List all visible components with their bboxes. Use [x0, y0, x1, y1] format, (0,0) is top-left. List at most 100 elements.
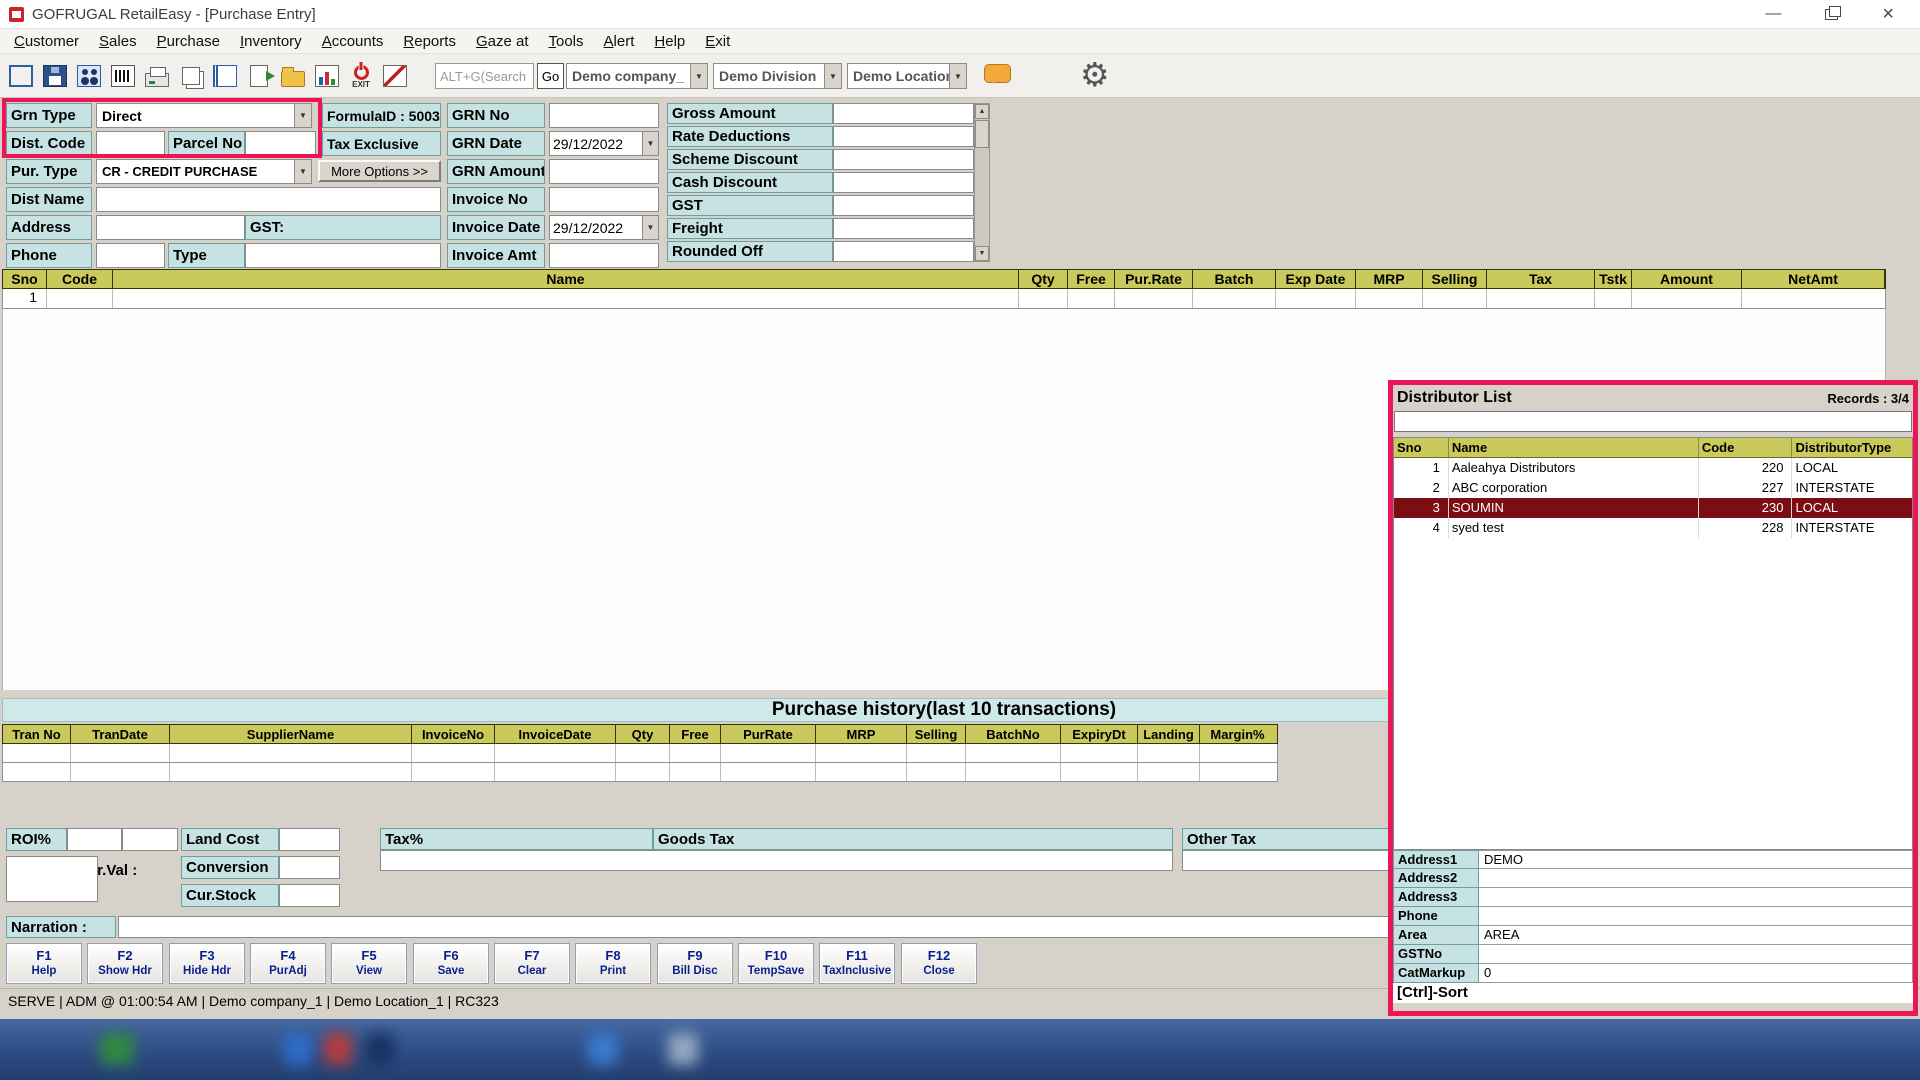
speech-bubble-icon[interactable]: [984, 64, 1011, 83]
taskbar-icon[interactable]: [588, 1033, 618, 1065]
fkey-f12[interactable]: F12Close: [901, 943, 977, 984]
dist-code-input[interactable]: [96, 131, 165, 156]
item-cell[interactable]: [1019, 289, 1068, 308]
save-icon[interactable]: [40, 57, 70, 95]
pur-val-box[interactable]: [6, 856, 98, 902]
phone-input[interactable]: [96, 243, 165, 268]
dist-cell-type[interactable]: INTERSTATE: [1792, 478, 1912, 498]
global-search-input[interactable]: [435, 63, 534, 89]
distributor-search-input[interactable]: [1394, 411, 1912, 432]
land-cost-input[interactable]: [279, 828, 340, 851]
item-cell[interactable]: [113, 289, 1019, 308]
item-cell[interactable]: [1193, 289, 1276, 308]
item-cell[interactable]: [1115, 289, 1193, 308]
item-cell[interactable]: [1595, 289, 1632, 308]
item-cell[interactable]: [1356, 289, 1423, 308]
taskbar-icon[interactable]: [100, 1033, 134, 1065]
fkey-f3[interactable]: F3Hide Hdr: [169, 943, 245, 984]
division-select[interactable]: Demo Division: [713, 63, 842, 89]
roi-input-1[interactable]: [67, 828, 122, 851]
scroll-up-icon[interactable]: ▲: [975, 104, 989, 119]
item-row-sno[interactable]: 1: [3, 289, 47, 308]
scroll-thumb[interactable]: [975, 120, 989, 148]
invoice-no-input[interactable]: [549, 187, 659, 212]
more-options-button[interactable]: More Options >>: [318, 160, 441, 182]
menu-accounts[interactable]: Accounts: [312, 31, 394, 52]
address-input[interactable]: [96, 215, 245, 240]
item-cell[interactable]: [1742, 289, 1885, 308]
taskbar-icon[interactable]: [668, 1033, 698, 1065]
dist-cell-type[interactable]: LOCAL: [1792, 498, 1912, 518]
invoice-amt-input[interactable]: [549, 243, 659, 268]
menu-gaze-at[interactable]: Gaze at: [466, 31, 539, 52]
freight-value[interactable]: [833, 218, 974, 239]
chart-icon[interactable]: [312, 57, 342, 95]
fkey-f7[interactable]: F7Clear: [494, 943, 570, 984]
amounts-scrollbar[interactable]: ▲ ▼: [974, 103, 990, 262]
menu-inventory[interactable]: Inventory: [230, 31, 312, 52]
conversion-input[interactable]: [279, 856, 340, 879]
fkey-f2[interactable]: F2Show Hdr: [87, 943, 163, 984]
dist-cell-sno[interactable]: 3: [1394, 498, 1449, 518]
cur-stock-input[interactable]: [279, 884, 340, 907]
taskbar-icon[interactable]: [366, 1033, 394, 1065]
maximize-icon[interactable]: [1825, 9, 1838, 20]
menu-tools[interactable]: Tools: [539, 31, 594, 52]
fkey-f5[interactable]: F5View: [331, 943, 407, 984]
menu-alert[interactable]: Alert: [594, 31, 645, 52]
menu-help[interactable]: Help: [644, 31, 695, 52]
dist-cell-sno[interactable]: 2: [1394, 478, 1449, 498]
taskbar-icon[interactable]: [284, 1033, 312, 1065]
taskbar-icon[interactable]: [324, 1033, 352, 1065]
folder-icon[interactable]: [278, 57, 308, 95]
rounded-off-value[interactable]: [833, 241, 974, 262]
roi-input-2[interactable]: [122, 828, 178, 851]
dist-cell-name[interactable]: ABC corporation: [1449, 478, 1699, 498]
item-cell[interactable]: [47, 289, 113, 308]
item-cell[interactable]: [1423, 289, 1487, 308]
chevron-down-icon[interactable]: [294, 160, 311, 183]
go-button[interactable]: Go: [537, 63, 564, 89]
distributor-row[interactable]: 1 Aaleahya Distributors 220 LOCAL: [1394, 458, 1912, 478]
exit-icon[interactable]: EXIT: [346, 57, 376, 95]
users-icon[interactable]: [74, 57, 104, 95]
item-cell[interactable]: [1487, 289, 1595, 308]
cash-discount-value[interactable]: [833, 172, 974, 193]
fkey-f11[interactable]: F11TaxInclusive: [819, 943, 895, 984]
fkey-f9[interactable]: F9Bill Disc: [657, 943, 733, 984]
company-select[interactable]: Demo company_: [566, 63, 708, 89]
menu-reports[interactable]: Reports: [393, 31, 466, 52]
dist-cell-code[interactable]: 230: [1699, 498, 1793, 518]
item-cell[interactable]: [1068, 289, 1115, 308]
chevron-down-icon[interactable]: [642, 216, 658, 239]
distributor-row[interactable]: 4 syed test 228 INTERSTATE: [1394, 518, 1912, 538]
menu-sales[interactable]: Sales: [89, 31, 147, 52]
menu-exit[interactable]: Exit: [695, 31, 740, 52]
export-icon[interactable]: [244, 57, 274, 95]
notebook-icon[interactable]: [210, 57, 240, 95]
fkey-f10[interactable]: F10TempSave: [738, 943, 814, 984]
dist-cell-sno[interactable]: 1: [1394, 458, 1449, 478]
gst-amount-value[interactable]: [833, 195, 974, 216]
fkey-f8[interactable]: F8Print: [575, 943, 651, 984]
printer-icon[interactable]: [142, 57, 172, 95]
gross-amount-value[interactable]: [833, 103, 974, 124]
grn-amount-input[interactable]: [549, 159, 659, 184]
dist-cell-name[interactable]: syed test: [1449, 518, 1699, 538]
fkey-f6[interactable]: F6Save: [413, 943, 489, 984]
type-input[interactable]: [245, 243, 441, 268]
dist-cell-code[interactable]: 227: [1699, 478, 1793, 498]
item-cell[interactable]: [1632, 289, 1742, 308]
dist-cell-sno[interactable]: 4: [1394, 518, 1449, 538]
dist-cell-code[interactable]: 228: [1699, 518, 1793, 538]
pur-type-select[interactable]: CR - CREDIT PURCHASE: [96, 159, 312, 184]
close-button[interactable]: ×: [1882, 3, 1894, 26]
copy-icon[interactable]: [176, 57, 206, 95]
barcode-icon[interactable]: [108, 57, 138, 95]
dist-cell-code[interactable]: 220: [1699, 458, 1793, 478]
chevron-down-icon[interactable]: [824, 64, 841, 88]
rate-deductions-value[interactable]: [833, 126, 974, 147]
chevron-down-icon[interactable]: [949, 64, 966, 88]
report-chart-icon[interactable]: [380, 57, 410, 95]
dist-cell-name[interactable]: Aaleahya Distributors: [1449, 458, 1699, 478]
